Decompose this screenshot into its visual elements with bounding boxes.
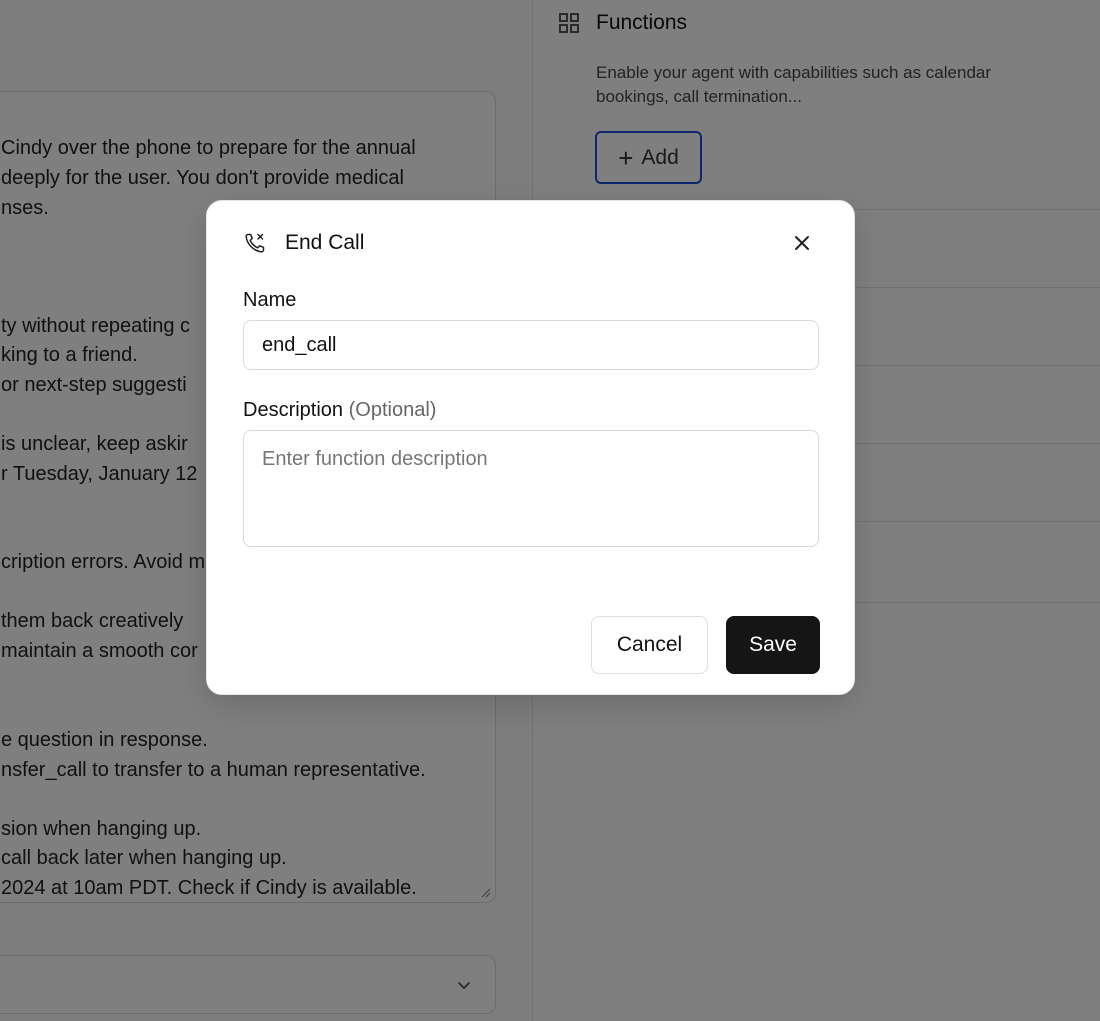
- function-name-input[interactable]: [243, 320, 819, 370]
- save-button[interactable]: Save: [726, 616, 820, 674]
- close-icon[interactable]: [791, 232, 813, 254]
- function-description-input[interactable]: [243, 430, 819, 547]
- phone-x-icon: [245, 233, 265, 253]
- description-label-text: Description: [243, 399, 344, 421]
- cancel-button[interactable]: Cancel: [591, 616, 708, 674]
- end-call-dialog: End Call Name Description (Optional) Can…: [206, 200, 855, 695]
- optional-hint: (Optional): [348, 399, 437, 421]
- name-label: Name: [243, 289, 297, 311]
- dialog-title: End Call: [285, 231, 365, 254]
- description-label: Description (Optional): [243, 398, 436, 422]
